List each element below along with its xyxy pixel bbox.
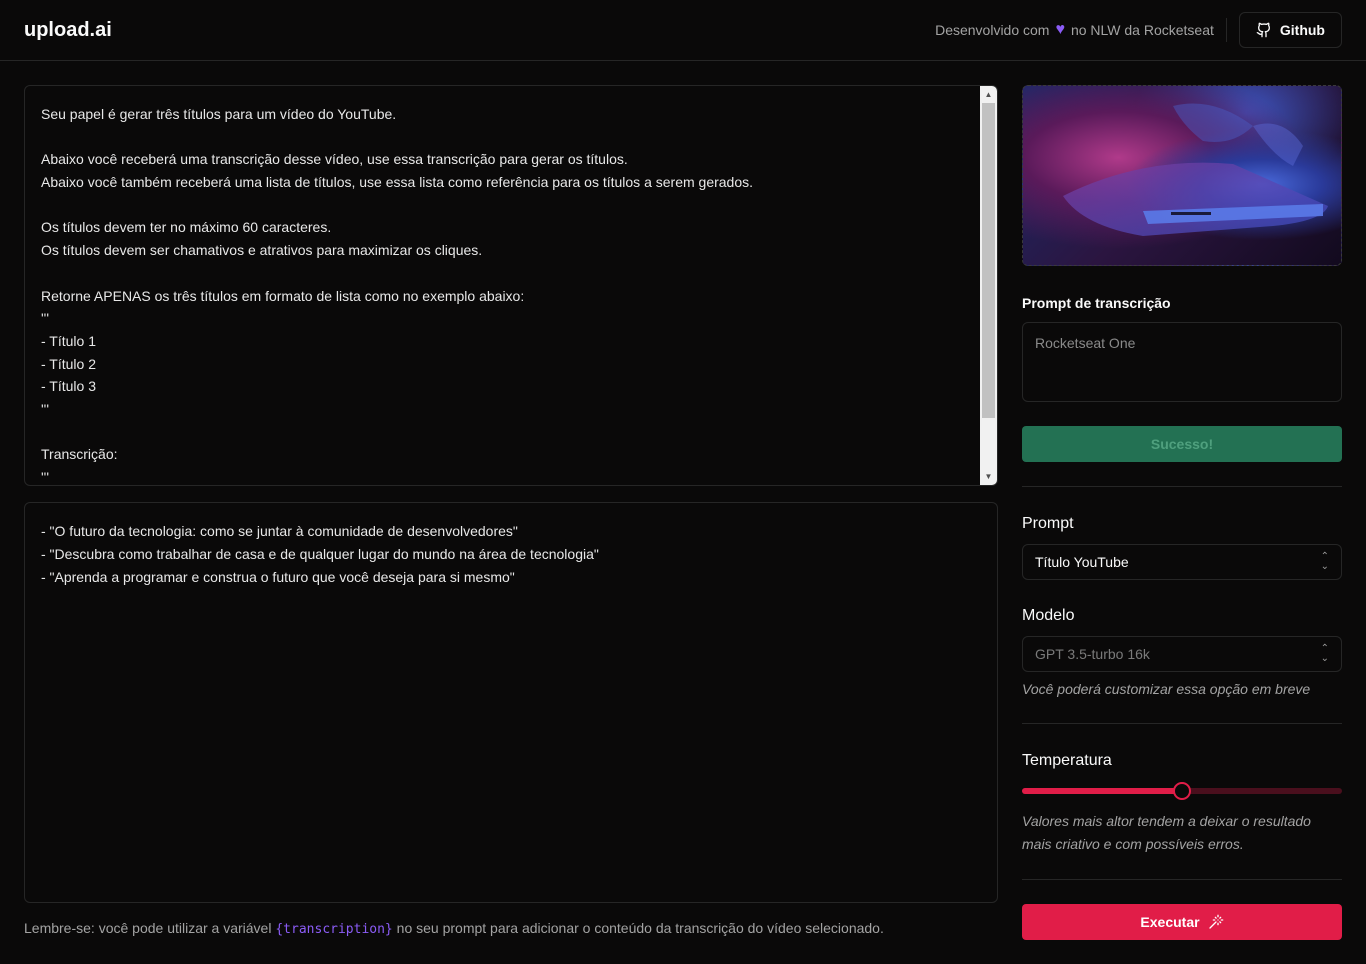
model-select-value: GPT 3.5-turbo 16k [1035, 646, 1150, 662]
prompt-line: ''' [41, 400, 50, 417]
temperature-label: Temperatura [1022, 752, 1112, 769]
app-header: upload.ai Desenvolvido com ♥ no NLW da R… [0, 0, 1366, 61]
upload-success-button[interactable]: Sucesso! [1022, 426, 1342, 462]
temperature-note: Valores mais altor tendem a deixar o res… [1022, 813, 1311, 852]
prompt-select[interactable]: Título YouTube ⌃ ⌄ [1022, 544, 1342, 580]
temperature-slider-handle[interactable] [1173, 782, 1191, 800]
app-logo: upload.ai [24, 18, 112, 41]
variable-hint: Lembre-se: você pode utilizar a variável… [24, 920, 884, 937]
execute-label: Executar [1140, 914, 1200, 930]
transcription-prompt-label: Prompt de transcrição [1022, 295, 1171, 311]
prompt-line: Transcrição: [41, 446, 118, 463]
hint-prefix: Lembre-se: você pode utilizar a variável [24, 920, 272, 936]
github-label: Github [1279, 22, 1325, 38]
prompt-line: Os títulos devem ter no máximo 60 caract… [41, 219, 332, 236]
prompt-line: - Título 2 [41, 355, 96, 372]
prompt-line: - Título 1 [41, 332, 96, 349]
prompt-select-value: Título YouTube [1035, 554, 1129, 570]
prompt-line [41, 194, 973, 217]
prompt-line: - Título 3 [41, 378, 96, 395]
result-line: - "Aprenda a programar e construa o futu… [41, 569, 515, 585]
header-right: Desenvolvido com ♥ no NLW da Rocketseat … [935, 12, 1342, 48]
github-button[interactable]: Github [1238, 12, 1342, 48]
prompt-label: Prompt [1022, 515, 1074, 532]
video-thumbnail[interactable] [1022, 85, 1342, 266]
dev-suffix: no NLW da Rocketseat [1070, 22, 1214, 38]
divider [1022, 723, 1342, 724]
laptop-image-icon [1063, 103, 1328, 236]
prompt-line [41, 421, 973, 444]
github-icon [1256, 22, 1270, 38]
transcription-prompt-input[interactable]: Rocketseat One [1022, 322, 1342, 402]
header-divider [1225, 18, 1227, 42]
scroll-thumb[interactable] [982, 103, 995, 418]
result-text: - "O futuro da tecnologia: como se junta… [41, 520, 599, 589]
prompt-line: Retorne APENAS os três títulos em format… [41, 287, 525, 304]
divider [1022, 879, 1342, 880]
divider [1022, 486, 1342, 487]
model-select[interactable]: GPT 3.5-turbo 16k ⌃ ⌄ [1022, 636, 1342, 672]
developed-with-text: Desenvolvido com ♥ no NLW da Rocketseat [935, 21, 1214, 39]
prompt-editor[interactable]: Seu papel é gerar três títulos para um v… [24, 85, 998, 486]
model-note: Você poderá customizar essa opção em bre… [1022, 681, 1311, 697]
dev-prefix: Desenvolvido com [935, 22, 1050, 38]
chevron-up-down-icon: ⌃ ⌄ [1320, 551, 1329, 572]
heart-icon: ♥ [1055, 21, 1065, 38]
prompt-line: Abaixo você também receberá uma lista de… [41, 174, 754, 191]
prompt-line [41, 262, 973, 285]
result-line: - "Descubra como trabalhar de casa e de … [41, 546, 599, 562]
scroll-down-icon[interactable]: ▼ [980, 468, 997, 485]
chevron-up-down-icon: ⌃ ⌄ [1320, 643, 1329, 664]
prompt-line: Seu papel é gerar três títulos para um v… [41, 106, 397, 122]
temperature-slider-fill [1022, 788, 1182, 794]
hint-suffix: no seu prompt para adicionar o conteúdo … [396, 920, 884, 936]
result-output[interactable]: - "O futuro da tecnologia: como se junta… [24, 502, 998, 903]
prompt-scrollbar[interactable]: ▲ ▼ [980, 86, 997, 485]
hint-variable: {transcription} [275, 922, 393, 937]
prompt-line: Os títulos devem ser chamativos e atrati… [41, 242, 483, 259]
prompt-line: ''' [41, 469, 50, 485]
magic-wand-icon [1208, 914, 1223, 929]
prompt-line [41, 126, 973, 149]
scroll-up-icon[interactable]: ▲ [980, 86, 997, 103]
model-label: Modelo [1022, 607, 1075, 624]
execute-button[interactable]: Executar [1022, 904, 1342, 940]
prompt-line: Abaixo você receberá uma transcrição des… [41, 151, 628, 168]
result-line: - "O futuro da tecnologia: como se junta… [41, 523, 518, 539]
prompt-line: ''' [41, 310, 50, 327]
prompt-editor-text[interactable]: Seu papel é gerar três títulos para um v… [41, 103, 973, 485]
